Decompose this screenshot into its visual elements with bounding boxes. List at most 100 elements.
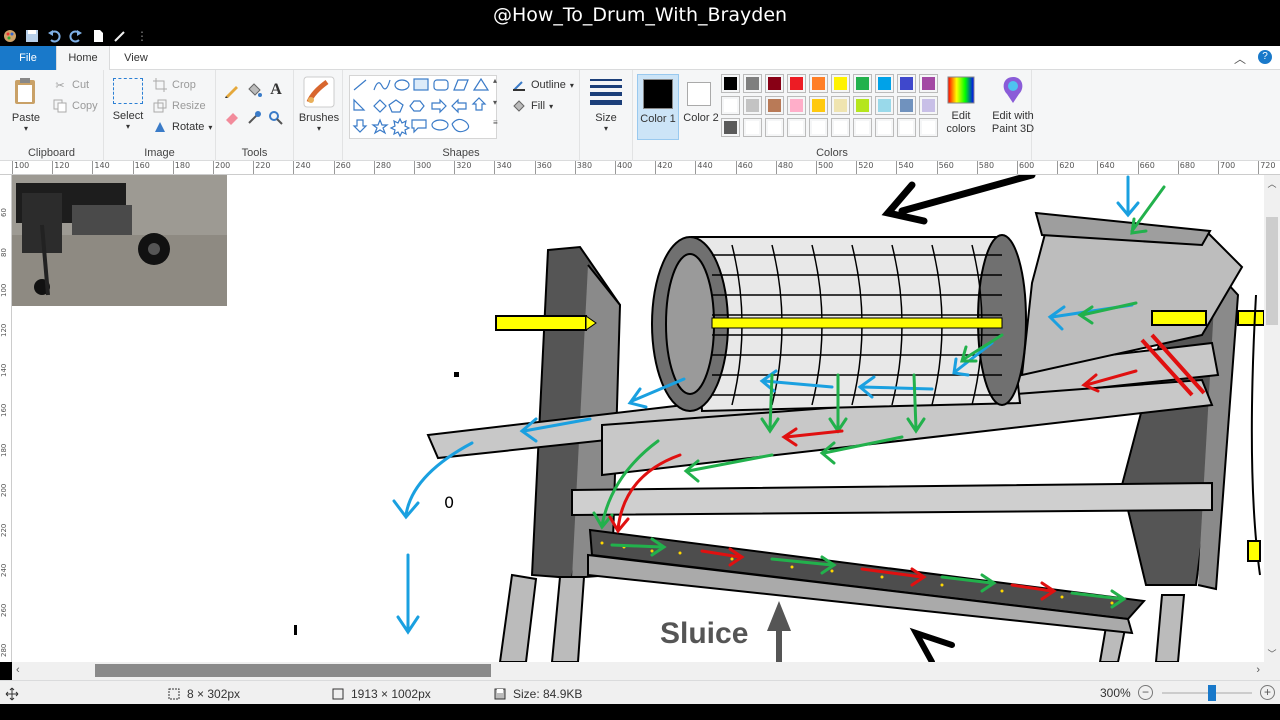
palette-swatch[interactable] — [831, 74, 850, 93]
pencil-icon[interactable] — [224, 82, 240, 98]
size-button[interactable]: Size ▾ — [584, 76, 628, 133]
palette-swatch[interactable] — [721, 96, 740, 115]
ruler-tick-label: 700 — [1220, 161, 1236, 170]
palette-swatch[interactable] — [787, 96, 806, 115]
text-tool-icon[interactable]: A — [268, 81, 284, 98]
undo-icon[interactable] — [46, 28, 62, 44]
outline-button[interactable]: Outline ▾ — [511, 76, 574, 94]
palette-swatch[interactable] — [919, 74, 938, 93]
palette-swatch[interactable] — [875, 96, 894, 115]
palette-swatch[interactable] — [765, 96, 784, 115]
new-file-icon[interactable] — [90, 28, 106, 44]
rotate-button[interactable]: Rotate ▾ — [152, 118, 212, 136]
palette-swatch[interactable] — [853, 96, 872, 115]
palette-swatch[interactable] — [897, 96, 916, 115]
palette-swatch[interactable] — [743, 96, 762, 115]
colors-group-label: Colors — [816, 147, 848, 159]
palette-swatch-color — [856, 99, 869, 112]
cut-button[interactable]: ✂ Cut — [52, 76, 89, 94]
status-bar: 8 × 302px 1913 × 1002px Size: 84.9KB 300… — [0, 680, 1280, 704]
paint-app-icon[interactable] — [2, 28, 18, 44]
zoom-slider-thumb[interactable] — [1207, 685, 1216, 701]
scroll-down-icon[interactable]: ﹀ — [1264, 647, 1280, 660]
scroll-up-icon[interactable]: ︿ — [1264, 177, 1280, 190]
help-icon[interactable]: ? — [1258, 50, 1272, 64]
zoom-out-button[interactable]: − — [1138, 685, 1153, 700]
ruler-tick-label: 440 — [697, 161, 713, 170]
shapes-gallery-icons[interactable] — [350, 76, 496, 138]
palette-swatch[interactable] — [721, 118, 740, 137]
eraser-icon[interactable] — [224, 110, 240, 126]
copy-button[interactable]: Copy — [52, 97, 98, 115]
select-dropdown-icon[interactable]: ▾ — [108, 122, 148, 131]
tab-home[interactable]: Home — [56, 46, 110, 71]
paste-dropdown-icon[interactable]: ▾ — [6, 124, 46, 133]
palette-swatch[interactable] — [787, 74, 806, 93]
color2-swatch — [687, 82, 711, 106]
palette-swatch[interactable] — [743, 74, 762, 93]
bottom-border — [0, 704, 1280, 720]
fill-button[interactable]: Fill ▾ — [511, 97, 553, 115]
horizontal-scroll-thumb[interactable] — [95, 664, 491, 677]
palette-swatch[interactable] — [897, 118, 916, 137]
horizontal-scrollbar[interactable]: ‹ › — [12, 662, 1264, 680]
palette-swatch-color — [746, 77, 759, 90]
tab-file[interactable]: File — [0, 46, 56, 70]
shapes-expand-icon[interactable]: ≡ — [493, 118, 498, 127]
shapes-scroll-up-icon[interactable]: ▴ — [493, 76, 497, 85]
palette-swatch[interactable] — [765, 118, 784, 137]
ruler-tick-line — [213, 161, 214, 174]
copy-label: Copy — [72, 100, 98, 112]
palette-swatch[interactable] — [919, 118, 938, 137]
save-icon[interactable] — [24, 28, 40, 44]
rotate-icon — [152, 119, 168, 135]
scroll-left-icon[interactable]: ‹ — [16, 664, 20, 676]
magnifier-icon[interactable] — [268, 110, 284, 126]
palette-swatch[interactable] — [809, 96, 828, 115]
select-button[interactable]: Select ▾ — [108, 78, 148, 131]
redo-icon[interactable] — [68, 28, 84, 44]
file-size: Size: 84.9KB — [492, 686, 582, 702]
palette-swatch[interactable] — [743, 118, 762, 137]
palette-swatch[interactable] — [809, 74, 828, 93]
palette-swatch[interactable] — [765, 74, 784, 93]
fill-bucket-icon[interactable] — [246, 82, 262, 98]
shapes-scroll-down-icon[interactable]: ▾ — [493, 98, 497, 107]
ribbon-tabs: File Home View ︿ ? — [0, 46, 1280, 71]
edit-paint3d-label: Edit with Paint 3D — [991, 110, 1035, 135]
edit-colors-button[interactable]: Edit colors — [941, 74, 981, 136]
scroll-right-icon[interactable]: › — [1256, 664, 1260, 676]
brushes-button[interactable]: Brushes ▾ — [296, 76, 342, 133]
clipboard-group-label: Clipboard — [27, 147, 76, 159]
resize-button[interactable]: Resize — [152, 97, 206, 115]
palette-swatch[interactable] — [721, 74, 740, 93]
palette-swatch[interactable] — [875, 74, 894, 93]
palette-swatch[interactable] — [853, 74, 872, 93]
palette-swatch[interactable] — [831, 96, 850, 115]
palette-swatch[interactable] — [831, 118, 850, 137]
ruler-tick-label: 300 — [416, 161, 432, 170]
palette-swatch[interactable] — [897, 74, 916, 93]
pencil-qat-icon[interactable] — [112, 28, 128, 44]
ruler-tick-label: 360 — [536, 161, 552, 170]
collapse-ribbon-icon[interactable]: ︿ — [1234, 50, 1246, 67]
palette-swatch[interactable] — [853, 118, 872, 137]
palette-swatch[interactable] — [919, 96, 938, 115]
color2-button[interactable]: Color 2 — [681, 74, 721, 140]
paste-button[interactable]: Paste ▾ — [6, 76, 46, 133]
color-picker-icon[interactable] — [246, 110, 262, 126]
tab-view[interactable]: View — [112, 46, 160, 70]
vertical-scrollbar[interactable]: ︿ ﹀ — [1264, 175, 1280, 662]
color1-button[interactable]: Color 1 — [637, 74, 679, 140]
palette-swatch[interactable] — [787, 118, 806, 137]
palette-swatch[interactable] — [875, 118, 894, 137]
ruler-tick-line — [132, 161, 134, 174]
zoom-in-button[interactable]: + — [1260, 685, 1275, 700]
palette-swatch[interactable] — [809, 118, 828, 137]
drawing-canvas[interactable]: 0 Sluice — [12, 175, 1264, 662]
edit-paint3d-button[interactable]: Edit with Paint 3D — [986, 74, 1040, 136]
ruler-tick-label: 640 — [1099, 161, 1115, 170]
crop-button[interactable]: Crop — [152, 76, 196, 94]
customize-qat-icon[interactable]: ⋮ — [134, 28, 150, 44]
vertical-scroll-thumb[interactable] — [1266, 217, 1278, 325]
